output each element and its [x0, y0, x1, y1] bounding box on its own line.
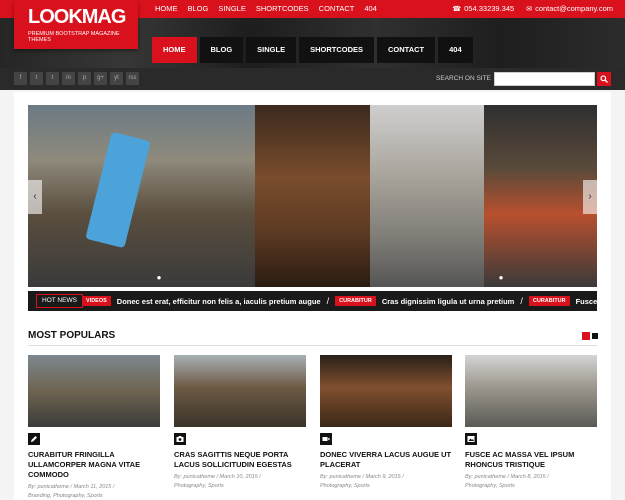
image-icon [467, 436, 475, 442]
post-meta: By: punicatheme / March 8, 2015 / [465, 474, 549, 480]
main-nav-shortcodes[interactable]: SHORTCODES [299, 37, 375, 63]
ticker-tag[interactable]: CURABITUR [528, 296, 570, 306]
post-meta: By: punicatheme / March 9, 2015 / [320, 474, 404, 480]
main-nav-home[interactable]: HOME [152, 37, 197, 63]
pager-dot[interactable] [592, 333, 598, 339]
top-nav-blog[interactable]: BLOG [183, 0, 214, 18]
email-address: contact@company.com [535, 4, 613, 13]
phone-number: 054.33239.345 [464, 4, 515, 13]
twitter-icon[interactable]: t [30, 72, 43, 85]
slide-image-building[interactable] [370, 105, 484, 287]
logo-title: LOOKMAG [28, 6, 126, 28]
section-title: MOST POPULARS [28, 330, 116, 341]
post-categories[interactable]: Photography, Sports [465, 483, 597, 489]
slide-image-crowd[interactable]: ● [484, 105, 597, 287]
slider-prev-arrow[interactable]: ‹ [28, 180, 42, 214]
pinterest-icon[interactable]: p [78, 72, 91, 85]
ticker-tag[interactable]: VIDEOS [82, 296, 111, 306]
tumblr-icon[interactable]: t [46, 72, 59, 85]
pager-dot-active[interactable] [582, 332, 590, 340]
format-badge [465, 433, 477, 445]
logo-subtitle: PREMIUM BOOTSTRAP MAGAZINE THEMES [28, 31, 120, 43]
slider-next-arrow[interactable]: › [583, 180, 597, 214]
main-nav-single[interactable]: SINGLE [246, 37, 297, 63]
facebook-icon[interactable]: f [14, 72, 27, 85]
video-icon: ● [498, 273, 504, 282]
search-icon [600, 75, 608, 83]
ticker-separator: / [520, 296, 523, 306]
email-info[interactable]: ✉ contact@company.com [526, 0, 613, 18]
post-thumbnail[interactable] [320, 355, 452, 427]
post-card: CRAS SAGITTIS NEQUE PORTA LACUS SOLLICIT… [174, 355, 306, 489]
social-bar: f t t in p g+ yt rss SEARCH ON SITE [0, 68, 625, 90]
post-title[interactable]: DONEC VIVERRA LACUS AUGUE UT PLACERAT [320, 450, 452, 470]
post-card: CURABITUR FRINGILLA ULLAMCORPER MAGNA VI… [28, 355, 160, 499]
hot-news-ticker: HOT NEWS VIDEOS Donec est erat, efficitu… [28, 291, 597, 311]
contact-info: ☎ 054.33239.345 ✉ contact@company.com [452, 0, 613, 18]
main-nav-404[interactable]: 404 [438, 37, 473, 63]
section-pager [582, 332, 598, 340]
post-thumbnail[interactable] [28, 355, 160, 427]
post-categories[interactable]: Branding, Photography, Sports [28, 493, 160, 499]
youtube-icon[interactable]: yt [110, 72, 123, 85]
ticker-items: VIDEOS Donec est erat, efficitur non fel… [82, 291, 597, 311]
phone-info: ☎ 054.33239.345 [452, 0, 514, 18]
shopping-bag-decoration [85, 131, 151, 249]
featured-slider: ● ● [28, 105, 597, 287]
top-nav: HOME BLOG SINGLE SHORTCODES CONTACT 404 [150, 0, 382, 18]
post-title[interactable]: CRAS SAGITTIS NEQUE PORTA LACUS SOLLICIT… [174, 450, 306, 470]
post-title[interactable]: FUSCE AC MASSA VEL IPSUM RHONCUS TRISTIQ… [465, 450, 597, 470]
post-meta: By: punicatheme / March 11, 2015 / [28, 484, 115, 490]
ticker-separator: / [326, 296, 330, 306]
top-nav-single[interactable]: SINGLE [213, 0, 251, 18]
phone-icon: ☎ [452, 6, 462, 13]
post-card: DONEC VIVERRA LACUS AUGUE UT PLACERAT By… [320, 355, 452, 489]
linkedin-icon[interactable]: in [62, 72, 75, 85]
envelope-icon: ✉ [526, 6, 533, 13]
ticker-headline[interactable]: Cras dignissim ligula ut urna pretium [382, 297, 515, 306]
section-divider [28, 345, 597, 346]
top-nav-contact[interactable]: CONTACT [314, 0, 360, 18]
camera-icon [176, 436, 184, 442]
post-meta: By: punicatheme / March 10, 2015 / [174, 474, 261, 480]
pencil-icon [31, 436, 37, 442]
ticker-headline[interactable]: Donec est erat, efficitur non felis a, i… [117, 297, 321, 306]
google-plus-icon[interactable]: g+ [94, 72, 107, 85]
top-nav-shortcodes[interactable]: SHORTCODES [251, 0, 314, 18]
post-categories[interactable]: Photography, Sports [320, 483, 452, 489]
format-badge [174, 433, 186, 445]
search-label: SEARCH ON SITE [436, 75, 491, 82]
format-badge [28, 433, 40, 445]
post-thumbnail[interactable] [465, 355, 597, 427]
top-nav-home[interactable]: HOME [150, 0, 183, 18]
main-nav-blog[interactable]: BLOG [199, 37, 244, 63]
post-title[interactable]: CURABITUR FRINGILLA ULLAMCORPER MAGNA VI… [28, 450, 160, 480]
search-button[interactable] [597, 72, 611, 86]
ticker-tag[interactable]: CURABITUR [335, 296, 376, 306]
logo[interactable]: LOOKMAG PREMIUM BOOTSTRAP MAGAZINE THEME… [14, 0, 138, 49]
post-card: FUSCE AC MASSA VEL IPSUM RHONCUS TRISTIQ… [465, 355, 597, 489]
top-nav-404[interactable]: 404 [359, 0, 382, 18]
ticker-headline[interactable]: Fusce purus ex, [576, 297, 597, 306]
camera-icon: ● [156, 273, 162, 282]
rss-icon[interactable]: rss [126, 72, 139, 85]
format-badge [320, 433, 332, 445]
main-nav-contact[interactable]: CONTACT [377, 37, 436, 63]
main-nav: HOME BLOG SINGLE SHORTCODES CONTACT 404 [152, 37, 473, 63]
hot-news-label: HOT NEWS [36, 294, 83, 308]
search-input[interactable] [494, 72, 595, 86]
post-categories[interactable]: Photography, Sports [174, 483, 306, 489]
video-icon [322, 437, 330, 441]
social-icons: f t t in p g+ yt rss [14, 72, 139, 85]
slide-image-bar[interactable] [255, 105, 370, 287]
post-thumbnail[interactable] [174, 355, 306, 427]
slide-image-street[interactable]: ● [28, 105, 255, 287]
